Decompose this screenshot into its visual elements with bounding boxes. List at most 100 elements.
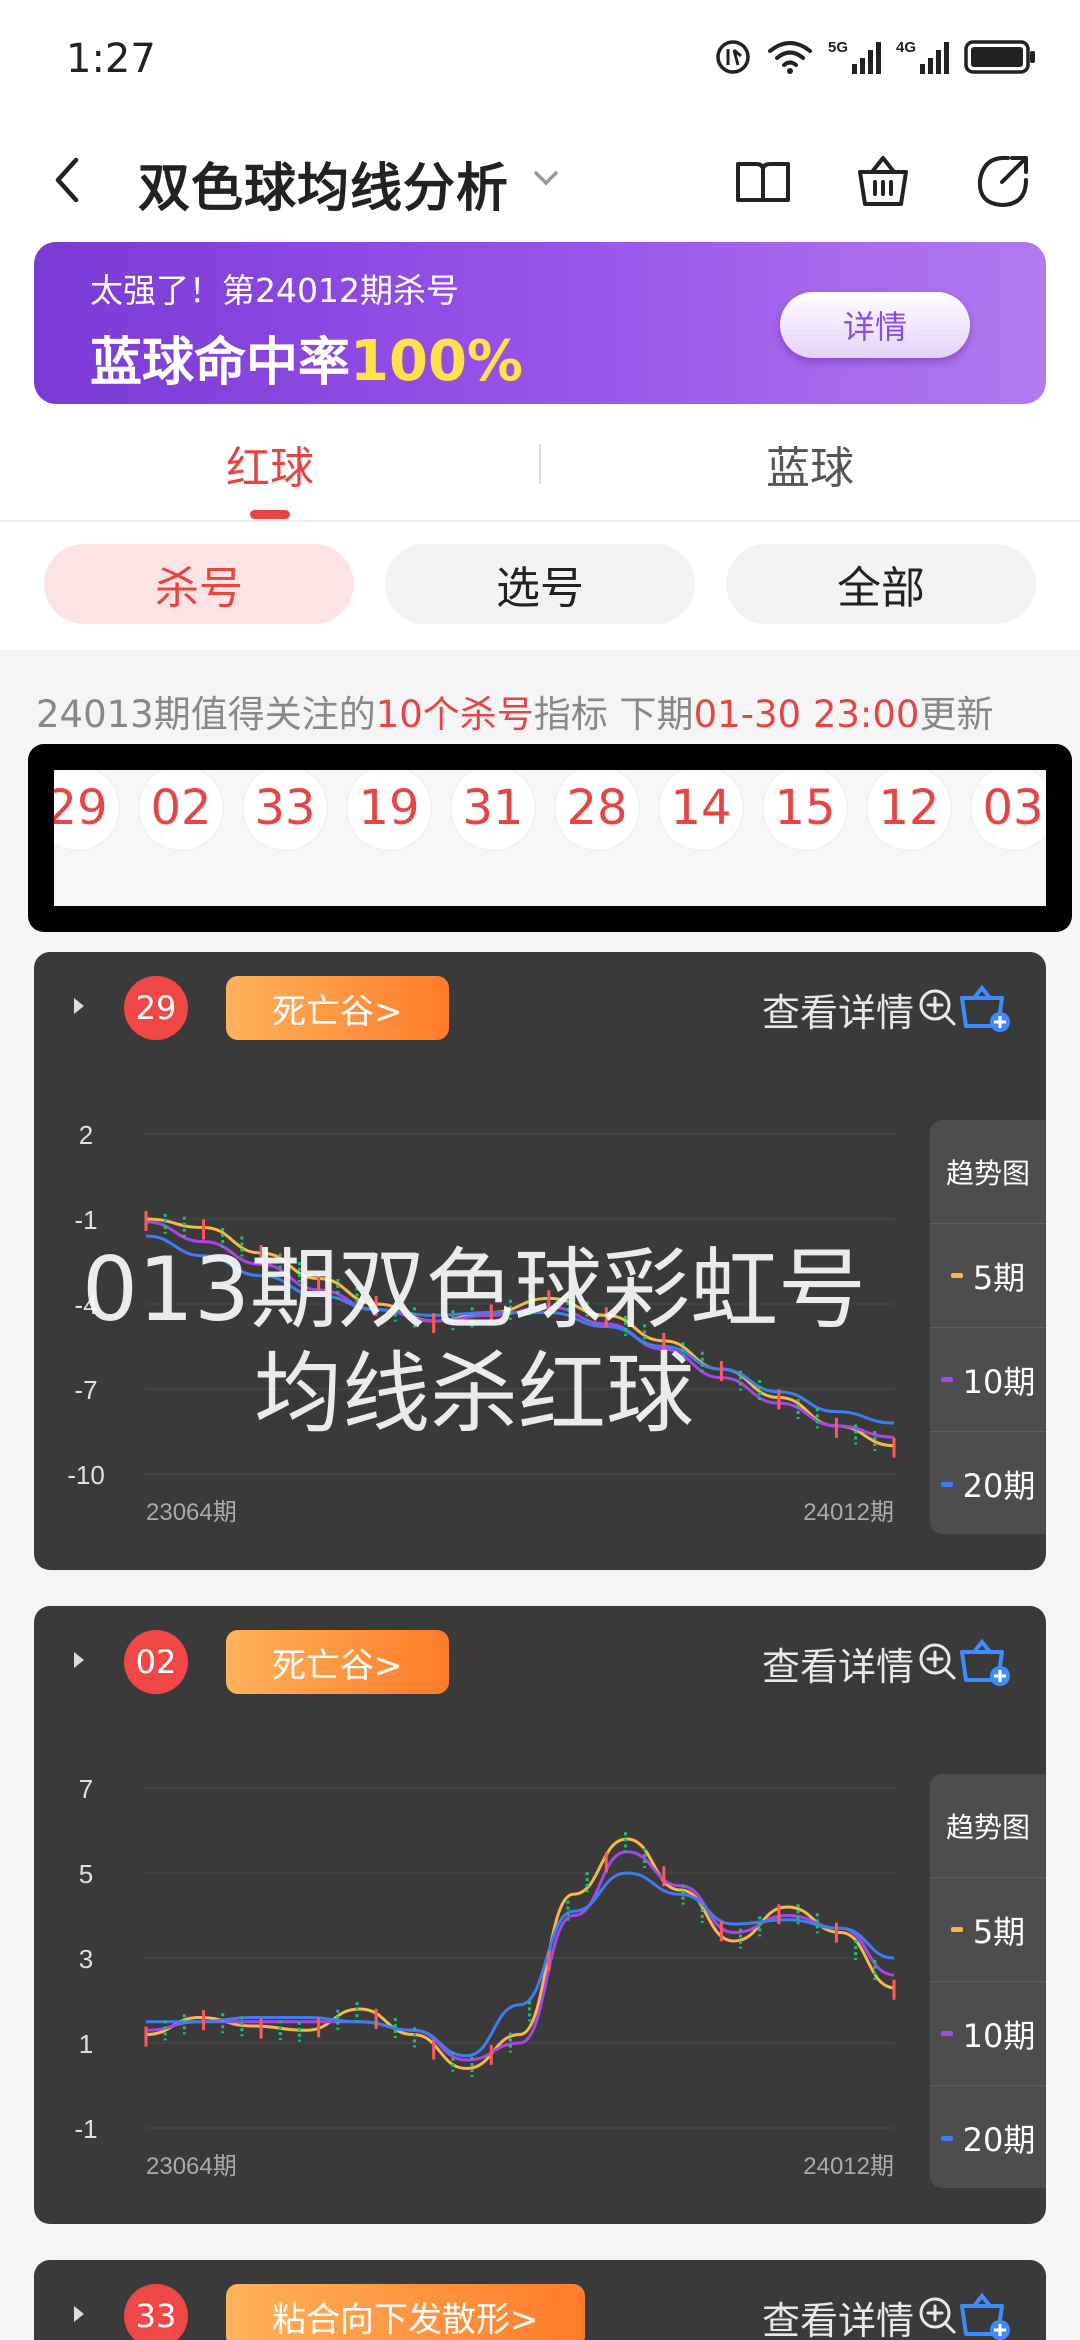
legend-label: 10期 [962, 1362, 1036, 1401]
banner-main-label: 蓝球命中率 [90, 333, 351, 393]
expand-triangle-icon[interactable] [64, 988, 92, 1024]
legend-swatch [950, 1927, 963, 1932]
wifi-icon [768, 41, 812, 74]
add-basket-icon[interactable] [956, 980, 1012, 1036]
series-line-20期 [146, 1871, 895, 2058]
status-time: 1:27 [66, 36, 156, 82]
kill-number-ball[interactable]: 28 [554, 770, 640, 851]
filter-all[interactable]: 全部 [726, 544, 1036, 624]
series-line-5期 [145, 1217, 895, 1448]
banner-detail-button[interactable]: 详情 [780, 292, 970, 358]
series-line-10期 [145, 1850, 895, 2062]
legend-label: 20期 [962, 1467, 1036, 1505]
filter-kill-number[interactable]: 杀号 [44, 544, 354, 624]
add-basket-icon[interactable] [956, 1634, 1012, 1690]
kill-number-ball[interactable]: 14 [658, 770, 744, 851]
title-bar: 双色球均线分析 [0, 130, 1080, 230]
view-detail-link[interactable]: 查看详情 [762, 1636, 914, 1691]
chevron-down-icon[interactable] [528, 160, 564, 196]
y-tick-label: -4 [74, 1290, 97, 1320]
pattern-tag[interactable]: 死亡谷> [226, 1630, 449, 1694]
add-basket-icon[interactable] [956, 2288, 1012, 2340]
legend-swatch [940, 1481, 953, 1487]
y-tick-label: 7 [79, 1774, 93, 1804]
status-icons: 5G 4G [714, 38, 1036, 76]
y-tick-label: 3 [79, 1944, 93, 1974]
kill-number-ball[interactable]: 03 [970, 770, 1046, 851]
legend-swatch [940, 2031, 953, 2036]
view-detail-link[interactable]: 查看详情 [762, 2290, 914, 2340]
notice-part3: 更新 [919, 693, 994, 736]
promo-banner[interactable]: 太强了！第24012期杀号 蓝球命中率100% 详情 [34, 242, 1046, 404]
back-arrow-icon[interactable] [44, 152, 92, 208]
ma-card-33: 33 粘合向下发散形> 查看详情 [34, 2260, 1046, 2340]
banner-highlight: 100% [350, 329, 524, 394]
expand-triangle-icon[interactable] [64, 1642, 92, 1678]
kill-number-ball[interactable]: 15 [762, 770, 848, 851]
zoom-in-icon[interactable] [916, 2294, 960, 2338]
y-tick-label: -7 [74, 1375, 97, 1405]
y-tick-label: -10 [67, 1460, 105, 1490]
expand-triangle-icon[interactable] [64, 2296, 92, 2332]
kill-number-ball[interactable]: 02 [138, 770, 224, 851]
page-title[interactable]: 双色球均线分析 [138, 146, 509, 221]
tab-red-ball[interactable]: 红球 [0, 432, 540, 496]
y-tick-label: -1 [74, 1205, 97, 1235]
filter-select-number[interactable]: 选号 [385, 544, 695, 624]
x-end-label: 24012期 [803, 2153, 894, 2180]
svg-text:4G: 4G [896, 39, 916, 56]
banner-main-text: 蓝球命中率100% [90, 320, 523, 395]
tab-blue-ball[interactable]: 蓝球 [540, 432, 1080, 496]
kill-number-ball[interactable]: 19 [346, 770, 432, 851]
signal-4g-icon: 4G [896, 39, 949, 74]
volte-icon [716, 40, 750, 74]
notice-part1: 24013期值得关注的 [36, 693, 376, 736]
legend-label: 5期 [972, 1912, 1026, 1951]
status-bar: 1:27 5G 4G [0, 0, 1080, 120]
legend-item-5[interactable]: 5期 [930, 1224, 1046, 1328]
tab-active-indicator [250, 510, 290, 519]
notice-highlight-time: 01-30 23:00 [693, 693, 920, 736]
notice-part2: 指标 下期 [533, 693, 694, 736]
kill-number-strip[interactable]: 29 02 33 19 31 28 14 15 12 03 [28, 744, 1072, 932]
x-start-label: 23064期 [146, 1499, 237, 1526]
y-tick-label: 2 [79, 1120, 93, 1150]
y-tick-label: 1 [79, 2029, 93, 2059]
pattern-tag[interactable]: 粘合向下发散形> [226, 2284, 585, 2340]
legend-title: 趋势图 [930, 1120, 1046, 1224]
update-notice: 24013期值得关注的10个杀号指标 下期01-30 23:00更新 [36, 684, 993, 738]
kill-number-ball[interactable]: 12 [866, 770, 952, 851]
pattern-tag[interactable]: 死亡谷> [226, 976, 449, 1040]
kill-number-ball[interactable]: 33 [242, 770, 328, 851]
legend-title: 趋势图 [930, 1774, 1046, 1878]
card-ball-number: 33 [124, 2284, 188, 2340]
view-detail-link[interactable]: 查看详情 [762, 982, 914, 1037]
legend-item-5[interactable]: 5期 [930, 1878, 1046, 1982]
trend-legend: 趋势图 5期 10期 20期 [930, 1774, 1046, 2188]
y-tick-label: -1 [74, 2114, 97, 2144]
ma-card-02: 7 5 3 1 -1 23064期 24012期 02 死亡谷> 查看详情 趋势图 5期 1… [34, 1606, 1046, 2224]
book-icon[interactable] [732, 150, 794, 212]
zoom-in-icon[interactable] [916, 986, 960, 1030]
legend-label: 5期 [972, 1258, 1026, 1297]
legend-item-20[interactable]: 20期 [930, 1432, 1046, 1536]
legend-item-20[interactable]: 20期 [930, 2086, 1046, 2190]
kill-number-ball[interactable]: 29 [54, 770, 120, 851]
trend-legend: 趋势图 5期 10期 20期 [930, 1120, 1046, 1534]
legend-item-10[interactable]: 10期 [930, 1982, 1046, 2086]
battery-icon [964, 40, 1035, 74]
legend-label: 10期 [962, 2016, 1036, 2055]
svg-text:5G: 5G [828, 39, 848, 56]
card-ball-number: 29 [124, 976, 188, 1040]
legend-label: 20期 [962, 2121, 1036, 2159]
kill-number-ball[interactable]: 31 [450, 770, 536, 851]
legend-swatch [940, 1377, 953, 1382]
card-ball-number: 02 [124, 1630, 188, 1694]
ball-type-tabs: 红球 蓝球 [0, 420, 1080, 522]
signal-5g-icon: 5G [828, 39, 881, 74]
zoom-in-icon[interactable] [916, 1640, 960, 1684]
x-end-label: 24012期 [803, 1499, 894, 1526]
basket-icon[interactable] [852, 150, 914, 212]
share-icon[interactable] [972, 150, 1034, 212]
legend-item-10[interactable]: 10期 [930, 1328, 1046, 1432]
